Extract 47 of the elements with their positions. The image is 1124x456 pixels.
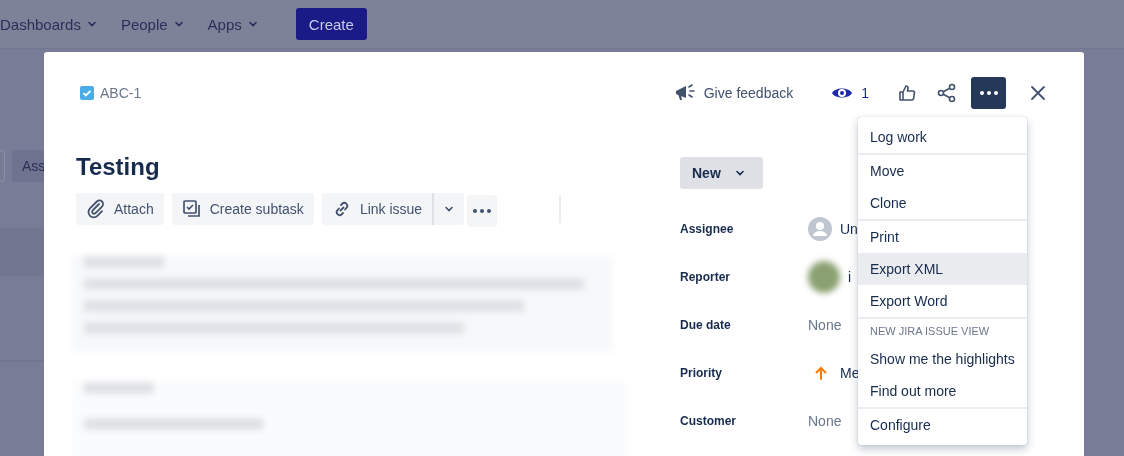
field-label: Due date bbox=[680, 318, 732, 332]
chevron-down-icon bbox=[444, 204, 455, 214]
field-label: Reporter bbox=[680, 270, 731, 284]
more-button[interactable] bbox=[971, 77, 1006, 109]
status-button[interactable]: New bbox=[680, 157, 763, 189]
menu-item[interactable]: Configure bbox=[858, 409, 1027, 441]
paperclip-icon bbox=[86, 199, 106, 219]
issue-title[interactable]: Testing bbox=[76, 151, 616, 183]
menu-item[interactable]: Export XML bbox=[858, 253, 1027, 285]
more-icon bbox=[979, 91, 998, 95]
action-button[interactable]: Link issue bbox=[321, 193, 433, 225]
menu-item[interactable]: Print bbox=[858, 221, 1027, 253]
field-value[interactable]: Un bbox=[840, 221, 858, 237]
menu-item[interactable]: Clone bbox=[858, 187, 1027, 219]
field-value[interactable]: i bbox=[848, 269, 852, 285]
feedback-button[interactable]: Give feedback bbox=[667, 77, 800, 109]
blurred-avatar bbox=[808, 261, 840, 293]
field-value[interactable]: Me bbox=[840, 365, 860, 381]
watchers-button[interactable]: 1 bbox=[825, 77, 875, 109]
share-icon bbox=[937, 83, 957, 103]
menu-heading: NEW JIRA ISSUE VIEW bbox=[869, 324, 991, 339]
more-actions-button[interactable] bbox=[467, 195, 498, 227]
menu-item[interactable]: Export Word bbox=[858, 285, 1027, 317]
field-value[interactable]: None bbox=[808, 413, 842, 429]
action-button[interactable]: Create subtask bbox=[171, 193, 314, 225]
thumbs-up-icon bbox=[897, 83, 917, 103]
chevron-down-icon bbox=[86, 19, 97, 29]
action-button[interactable]: Attach bbox=[76, 193, 164, 225]
subtask-icon bbox=[181, 199, 202, 219]
menu-item[interactable]: Show me the highlights bbox=[858, 343, 1027, 375]
close-icon bbox=[1030, 85, 1046, 101]
menu-item[interactable]: Log work bbox=[858, 121, 1027, 153]
chevron-down-icon bbox=[173, 19, 184, 29]
menu-item[interactable]: Move bbox=[858, 155, 1027, 187]
chevron-down-icon bbox=[734, 168, 745, 178]
field-label: Priority bbox=[680, 366, 723, 380]
create-button[interactable]: Create bbox=[295, 8, 367, 40]
field-value[interactable]: None bbox=[808, 317, 842, 333]
task-icon bbox=[80, 86, 94, 100]
avatar-icon bbox=[808, 217, 832, 241]
field-label: Assignee bbox=[680, 222, 735, 236]
issue-key[interactable]: ABC-1 bbox=[100, 85, 142, 101]
megaphone-icon bbox=[673, 83, 696, 103]
field-label: Customer bbox=[680, 414, 737, 428]
more-icon bbox=[473, 209, 492, 213]
menu-item[interactable]: Find out more bbox=[858, 375, 1027, 407]
chevron-down-icon bbox=[247, 19, 258, 29]
